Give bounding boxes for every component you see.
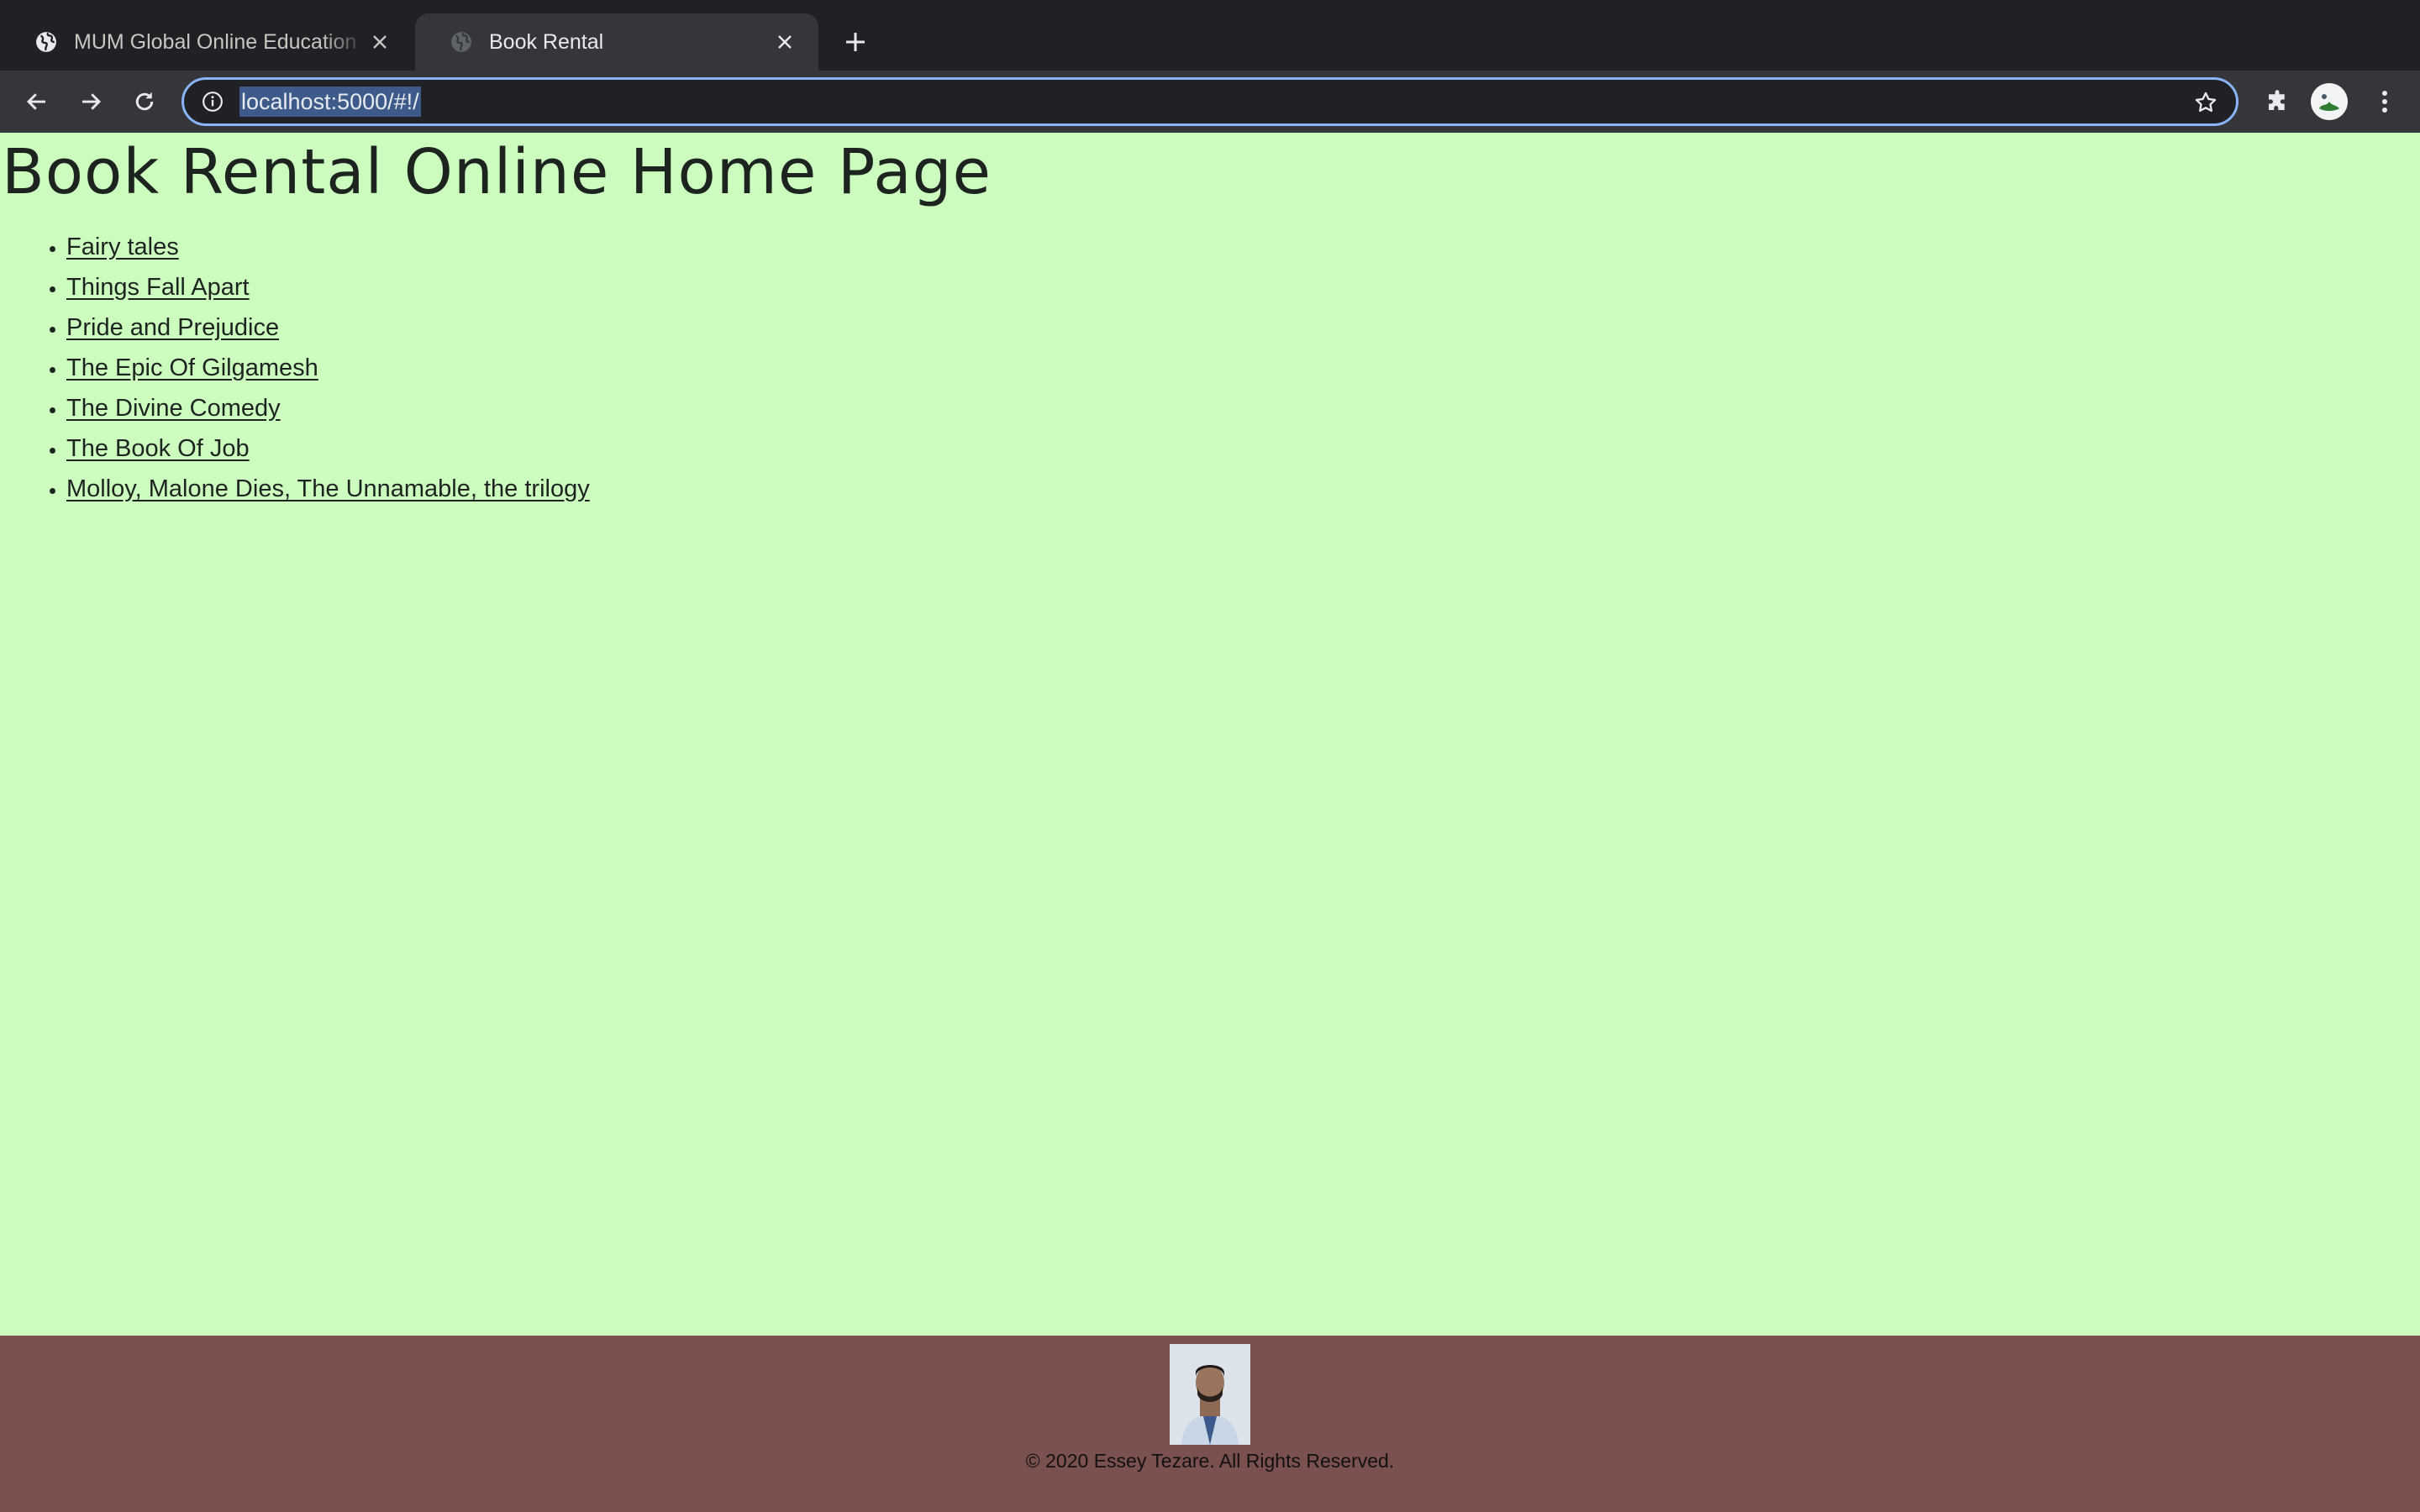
- tab-mum-global[interactable]: MUM Global Online Education: [0, 13, 413, 71]
- author-photo: [1170, 1344, 1250, 1445]
- close-tab-icon[interactable]: [771, 29, 798, 55]
- new-tab-plus-icon[interactable]: [839, 25, 872, 59]
- browser-toolbar: localhost:5000/#!/: [0, 71, 2420, 133]
- close-tab-icon[interactable]: [366, 29, 393, 55]
- globe-icon: [34, 29, 59, 55]
- book-link[interactable]: Things Fall Apart: [66, 274, 250, 301]
- tab-title: MUM Global Online Education: [74, 29, 357, 54]
- url-text[interactable]: localhost:5000/#!/: [239, 87, 421, 117]
- forward-arrow-icon[interactable]: [74, 85, 108, 118]
- page-title: Book Rental Online Home Page: [2, 136, 992, 208]
- book-link[interactable]: The Divine Comedy: [66, 395, 281, 422]
- book-list: Fairy tales Things Fall Apart Pride and …: [0, 227, 590, 509]
- list-item: The Divine Comedy: [66, 388, 590, 428]
- reload-icon[interactable]: [128, 85, 161, 118]
- copyright-text: © 2020 Essey Tezare. All Rights Reserved…: [1025, 1450, 1395, 1472]
- profile-avatar[interactable]: [2311, 83, 2348, 120]
- list-item: Pride and Prejudice: [66, 307, 590, 348]
- address-bar[interactable]: localhost:5000/#!/: [182, 77, 2238, 126]
- page-content: Book Rental Online Home Page Fairy tales…: [0, 133, 2420, 1336]
- tab-title: Book Rental: [489, 29, 604, 54]
- list-item: Fairy tales: [66, 227, 590, 267]
- globe-icon: [449, 29, 474, 55]
- list-item: The Epic Of Gilgamesh: [66, 348, 590, 388]
- bookmark-star-icon[interactable]: [2192, 89, 2219, 116]
- footer: © 2020 Essey Tezare. All Rights Reserved…: [0, 1336, 2420, 1512]
- book-link[interactable]: Molloy, Malone Dies, The Unnamable, the …: [66, 475, 590, 502]
- browser-tab-strip: MUM Global Online Education Book Rental: [0, 0, 2420, 71]
- list-item: Things Fall Apart: [66, 267, 590, 307]
- book-link[interactable]: The Epic Of Gilgamesh: [66, 354, 318, 381]
- book-link[interactable]: Fairy tales: [66, 234, 179, 260]
- extensions-puzzle-icon[interactable]: [2260, 85, 2294, 118]
- book-link[interactable]: The Book Of Job: [66, 435, 250, 462]
- book-link[interactable]: Pride and Prejudice: [66, 314, 279, 341]
- list-item: The Book Of Job: [66, 428, 590, 469]
- kebab-menu-icon[interactable]: [2368, 85, 2402, 118]
- info-icon[interactable]: [199, 88, 226, 115]
- tab-book-rental[interactable]: Book Rental: [415, 13, 818, 71]
- back-arrow-icon[interactable]: [20, 85, 54, 118]
- list-item: Molloy, Malone Dies, The Unnamable, the …: [66, 469, 590, 509]
